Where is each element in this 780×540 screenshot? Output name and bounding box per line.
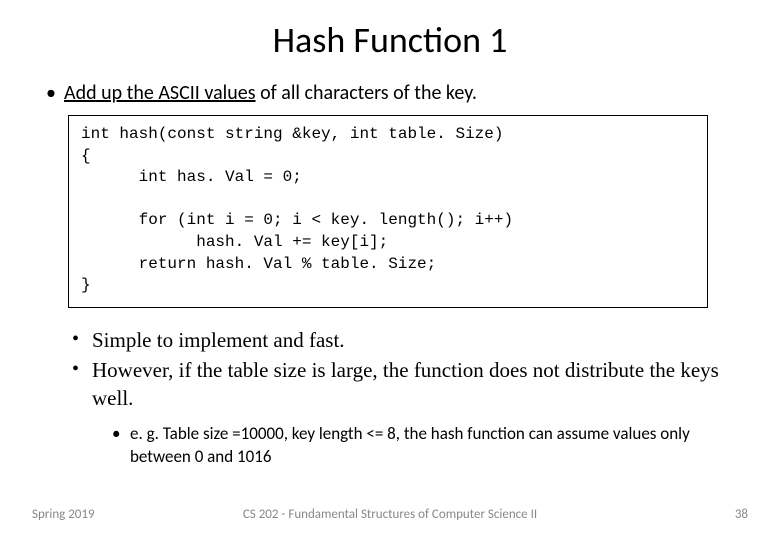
top-bullet-list: Add up the ASCII values of all character… xyxy=(40,80,740,107)
body-bullet-list: Simple to implement and fast. However, i… xyxy=(70,326,740,413)
slide-title: Hash Function 1 xyxy=(40,18,740,62)
footer-course: CS 202 - Fundamental Structures of Compu… xyxy=(0,507,780,522)
footer: Spring 2019 CS 202 - Fundamental Structu… xyxy=(0,507,780,522)
top-bullet: Add up the ASCII values of all character… xyxy=(40,80,740,107)
body-bullet-2: However, if the table size is large, the… xyxy=(70,356,740,413)
footer-term: Spring 2019 xyxy=(32,507,95,522)
sub-bullet-1: e. g. Table size =10000, key length <= 8… xyxy=(110,423,740,469)
body-bullet-1: Simple to implement and fast. xyxy=(70,326,740,354)
top-bullet-underlined: Add up the ASCII values xyxy=(64,81,256,105)
top-bullet-rest: of all characters of the key. xyxy=(256,81,477,105)
sub-bullet-list: e. g. Table size =10000, key length <= 8… xyxy=(110,423,740,469)
code-block: int hash(const string &key, int table. S… xyxy=(68,115,708,308)
slide: Hash Function 1 Add up the ASCII values … xyxy=(0,0,780,540)
footer-page-number: 38 xyxy=(735,507,748,522)
